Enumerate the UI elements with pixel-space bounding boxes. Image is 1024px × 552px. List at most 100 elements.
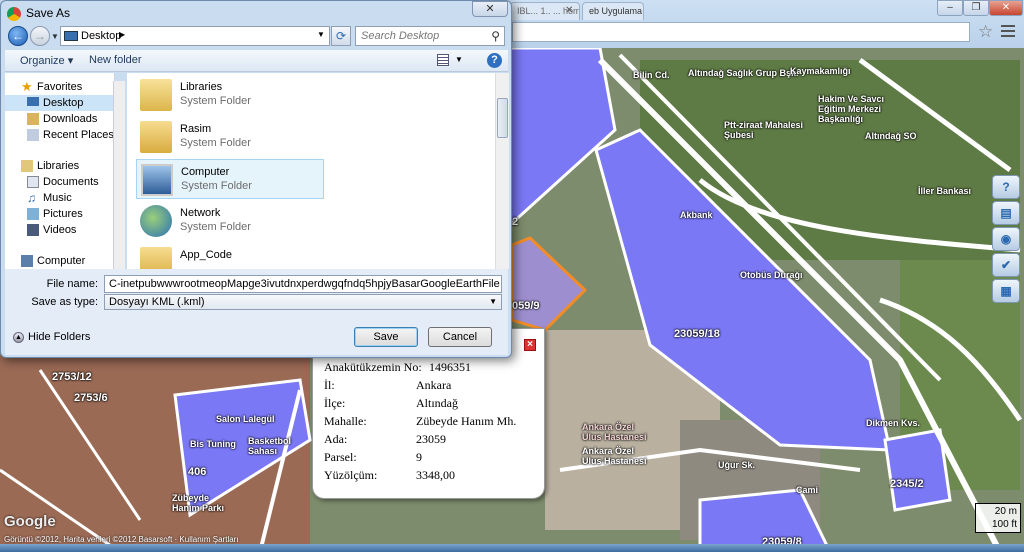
parcel-label: 2 xyxy=(512,216,519,228)
place-label: Akbank xyxy=(680,210,713,220)
file-item-app-code[interactable]: App_Code xyxy=(136,243,324,269)
street-label: Uğur Sk. xyxy=(718,460,756,470)
save-button[interactable]: Save xyxy=(354,327,418,347)
file-name: Rasim xyxy=(180,123,212,135)
location-text: Desktop xyxy=(81,30,122,42)
organize-button[interactable]: Organize ▾ xyxy=(20,54,73,67)
file-name-label: File name: xyxy=(46,278,98,290)
computer-icon xyxy=(141,164,173,196)
place-label: Altındağ Sağlık Grup Bşk. xyxy=(688,68,799,78)
file-name: Libraries xyxy=(180,81,223,93)
popup-label: İlçe: xyxy=(324,396,346,410)
file-type: System Folder xyxy=(180,221,251,233)
recent-places-icon xyxy=(27,129,39,141)
parcel-label: 2753/12 xyxy=(52,371,92,383)
popup-label: Mahalle: xyxy=(324,414,367,428)
menu-icon[interactable] xyxy=(1000,22,1016,38)
popup-label: Parsel: xyxy=(324,450,357,464)
desktop-icon xyxy=(64,31,78,41)
nav-item-pictures[interactable]: Pictures xyxy=(5,206,114,222)
refresh-icon[interactable]: ⟳ xyxy=(331,26,351,46)
new-folder-button[interactable]: New folder xyxy=(89,54,142,66)
file-name-field[interactable]: C-inetpubwwwrootmeopMapge3ivutdnxperdwgq… xyxy=(104,275,502,293)
folder-icon xyxy=(140,247,172,269)
maximize-icon[interactable]: ❐ xyxy=(963,0,989,16)
forward-arrow-icon[interactable]: → xyxy=(30,26,50,46)
location-bar[interactable]: Desktop ▶ xyxy=(60,26,330,46)
parcel-label: 23059/18 xyxy=(674,328,720,340)
scrollbar-thumb[interactable] xyxy=(497,98,508,138)
nav-scrollbar[interactable] xyxy=(113,81,125,271)
window-close-icon[interactable]: ✕ xyxy=(989,0,1023,16)
file-type: System Folder xyxy=(180,95,251,107)
chevron-down-icon[interactable]: ▼ xyxy=(455,55,463,64)
google-earth-icon[interactable]: ◉ xyxy=(992,227,1020,251)
place-label: Kaymakamlığı xyxy=(790,66,851,76)
map-copyright[interactable]: Görüntü ©2012, Harita verileri ©2012 Bas… xyxy=(4,535,239,544)
file-list-scrollbar[interactable] xyxy=(495,73,509,269)
chevron-down-icon: ▼ xyxy=(489,297,497,306)
place-label: Zübeyde Hanım Parkı xyxy=(172,493,225,513)
parcel-label: 059/9 xyxy=(512,300,540,312)
file-item-libraries[interactable]: Libraries System Folder xyxy=(136,75,324,115)
chevron-down-icon[interactable]: ▼ xyxy=(317,30,325,39)
nav-item-videos[interactable]: Videos xyxy=(5,222,114,238)
save-type-value: Dosyayı KML (.kml) xyxy=(109,296,205,308)
nav-item-downloads[interactable]: Downloads xyxy=(5,111,114,127)
close-icon[interactable]: ✕ xyxy=(472,1,508,17)
dialog-title: Save As xyxy=(7,4,70,22)
popup-value: Altındağ xyxy=(416,396,458,410)
help-icon[interactable]: ? xyxy=(487,53,502,68)
navigation-pane: ★ Favorites Desktop Downloads Recent Plac… xyxy=(5,73,115,269)
cancel-button[interactable]: Cancel xyxy=(428,327,492,347)
nav-item-desktop[interactable]: Desktop xyxy=(5,95,114,111)
save-type-select[interactable]: Dosyayı KML (.kml) ▼ xyxy=(104,294,502,310)
save-as-dialog: Save As ✕ ← → ▼ Desktop ▶ ▼ ⟳ Search Des… xyxy=(0,0,512,358)
file-item-rasim[interactable]: Rasim System Folder xyxy=(136,117,324,157)
history-dropdown-icon[interactable]: ▼ xyxy=(51,32,59,41)
popup-label: İl: xyxy=(324,378,335,392)
close-icon[interactable]: × xyxy=(524,339,536,351)
chevron-right-icon[interactable]: ▶ xyxy=(119,30,125,39)
place-label: Cami xyxy=(796,485,819,495)
popup-value: 3348,00 xyxy=(416,468,455,482)
minimize-icon[interactable]: – xyxy=(937,0,963,16)
pictures-icon xyxy=(27,208,39,220)
file-item-network[interactable]: Network System Folder xyxy=(136,201,324,241)
nav-libraries[interactable]: Libraries xyxy=(5,158,114,174)
close-tab-icon[interactable]: ✕ xyxy=(565,5,573,16)
place-label: Ankara Özel Ulus Hastanesi xyxy=(582,446,647,466)
browser-tab[interactable]: eb Uygulama xyxy=(582,2,644,20)
street-label: Dikmen Kvs. xyxy=(866,418,921,428)
nav-item-music[interactable]: ♫ Music xyxy=(5,190,114,206)
taskbar[interactable] xyxy=(0,544,1024,552)
map-scale: 20 m 100 ft xyxy=(975,503,1021,533)
place-label: Ankara Özel Ulus Hastanesi xyxy=(582,422,647,442)
print-icon[interactable]: ▤ xyxy=(992,201,1020,225)
nav-item-recent-places[interactable]: Recent Places xyxy=(5,127,114,143)
address-bar[interactable] xyxy=(512,22,970,42)
search-input[interactable]: Search Desktop ⚲ xyxy=(355,26,505,46)
nav-favorites[interactable]: ★ Favorites xyxy=(5,79,114,95)
parcel-label: 2753/6 xyxy=(74,392,108,404)
back-arrow-icon[interactable]: ← xyxy=(8,26,28,46)
documents-icon xyxy=(27,176,39,188)
downloads-icon xyxy=(27,113,39,125)
place-label: Ptt-ziraat Mahalesi Şubesi xyxy=(724,120,804,140)
nav-item-documents[interactable]: Documents xyxy=(5,174,114,190)
check-layer-icon[interactable]: ✔ xyxy=(992,253,1020,277)
help-icon[interactable]: ? xyxy=(992,175,1020,199)
chrome-icon xyxy=(7,6,21,21)
scale-meters: 20 m xyxy=(994,506,1017,517)
place-label: Hakim Ve Savcı Eğitim Merkezi Başkanlığı xyxy=(818,94,885,124)
file-name: Computer xyxy=(181,166,230,178)
hide-folders-button[interactable]: ▲ Hide Folders xyxy=(13,331,90,343)
nav-computer[interactable]: Computer xyxy=(5,253,114,269)
bookmark-star-icon[interactable]: ☆ xyxy=(978,22,993,42)
file-item-computer[interactable]: Computer System Folder xyxy=(136,159,324,199)
view-options-icon[interactable] xyxy=(437,54,449,66)
scale-feet: 100 ft xyxy=(991,519,1017,530)
file-name: App_Code xyxy=(180,249,232,261)
remove-layer-icon[interactable]: ▦ xyxy=(992,279,1020,303)
popup-value: Zübeyde Hanım Mh. xyxy=(416,414,517,428)
